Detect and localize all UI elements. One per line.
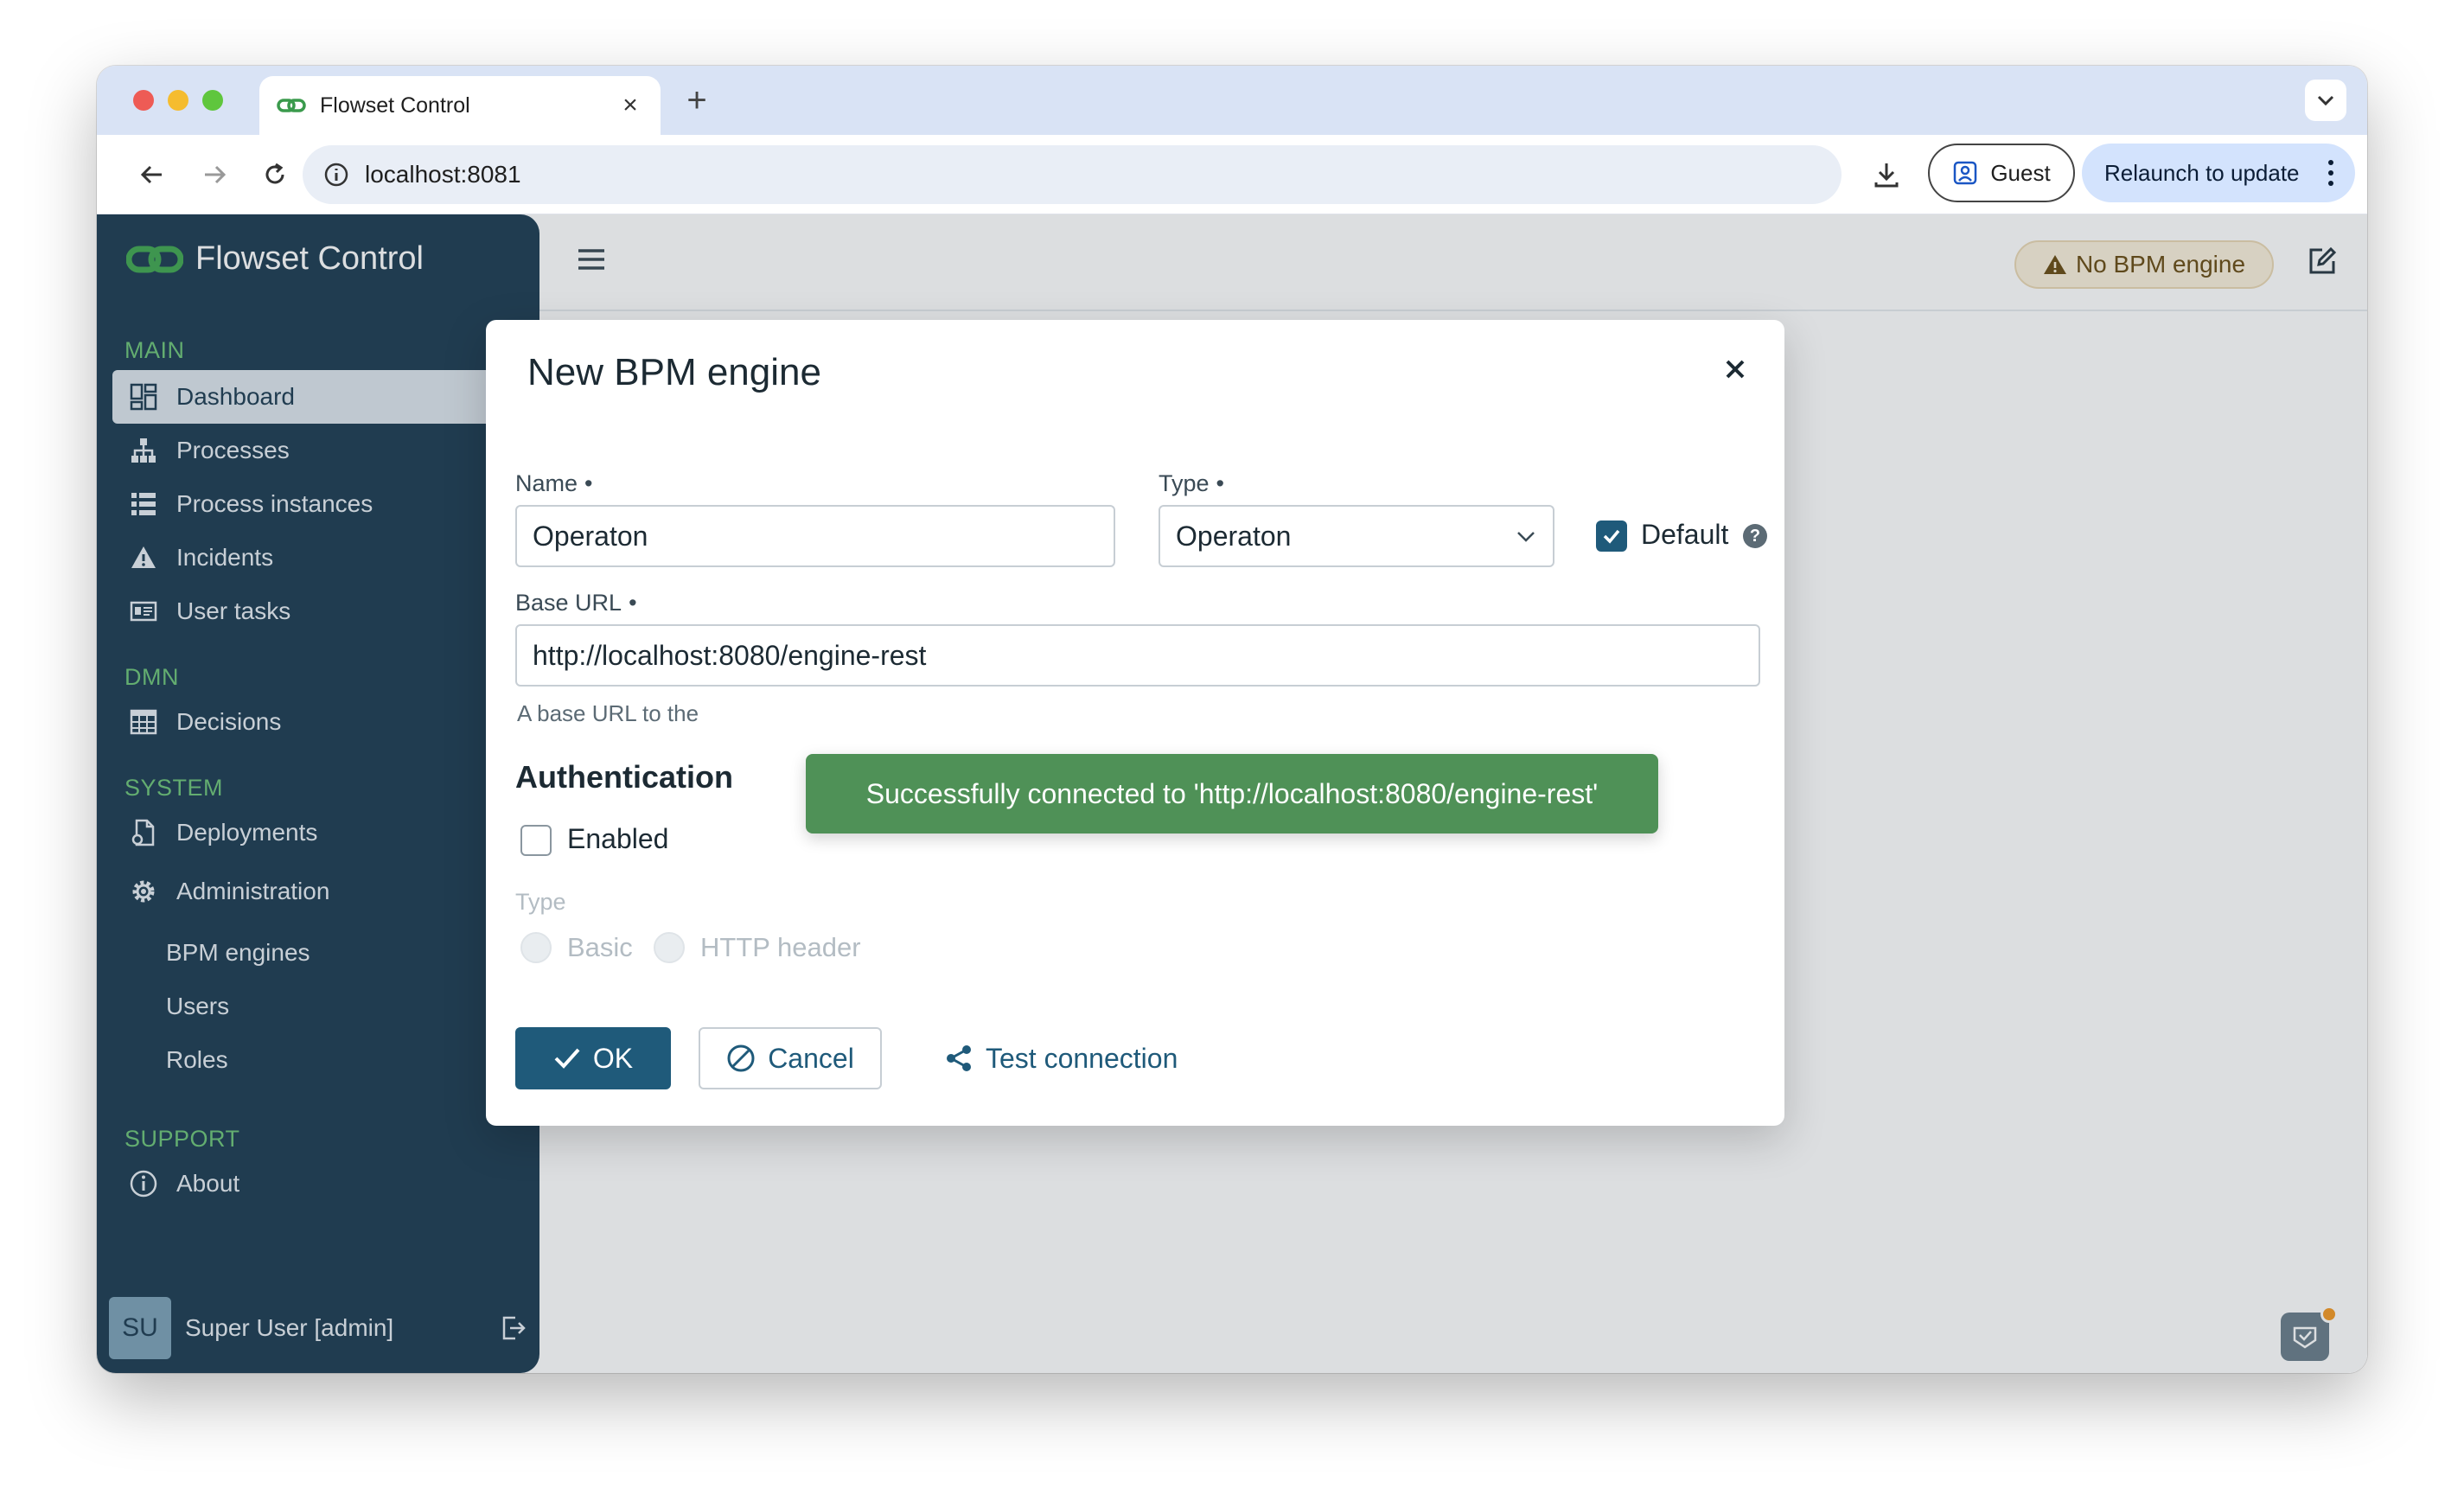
toast-message: Successfully connected to 'http://localh… [865, 777, 1599, 809]
chevron-down-icon [1517, 532, 1535, 542]
ok-button[interactable]: OK [515, 1027, 671, 1089]
name-label: Name • [515, 470, 593, 496]
type-select[interactable]: Operaton [1159, 505, 1554, 567]
address-bar[interactable]: localhost:8081 [303, 145, 1842, 204]
success-toast: Successfully connected to 'http://localh… [806, 754, 1658, 834]
downloads-button[interactable] [1866, 154, 1907, 195]
base-url-input[interactable]: http://localhost:8080/engine-rest [515, 624, 1760, 687]
cancel-label: Cancel [768, 1042, 854, 1074]
url-text: localhost:8081 [365, 161, 521, 188]
auth-type-label: Type [515, 889, 566, 915]
ban-icon [727, 1044, 755, 1072]
auth-enabled-checkbox[interactable] [520, 825, 552, 856]
check-icon [1603, 529, 1620, 544]
forward-button[interactable] [194, 154, 235, 195]
base-url-hint: A base URL to the [517, 700, 699, 726]
profile-icon [1954, 161, 1977, 185]
base-url-label: Base URL • [515, 590, 637, 616]
auth-type-basic-label: Basic [567, 932, 633, 962]
profile-button[interactable]: Guest [1928, 144, 2075, 202]
close-window-button[interactable] [133, 90, 154, 111]
auth-type-basic-radio[interactable] [520, 932, 552, 963]
default-checkbox[interactable] [1596, 521, 1627, 552]
profile-label: Guest [1990, 159, 2051, 186]
arrow-right-icon [205, 165, 227, 184]
name-input[interactable]: Operaton [515, 505, 1115, 567]
auth-type-http-header-label: HTTP header [700, 932, 861, 962]
new-bpm-engine-dialog: New BPM engine Name • Operaton Type • Oper… [486, 320, 1784, 1126]
maximize-window-button[interactable] [202, 90, 223, 111]
minimize-window-button[interactable] [168, 90, 188, 111]
default-label: Default [1641, 519, 1729, 550]
relaunch-label: Relaunch to update [2104, 159, 2300, 186]
more-vert-icon [2328, 160, 2333, 186]
tab-search-button[interactable] [2305, 80, 2346, 121]
arrow-left-icon [140, 165, 162, 184]
test-connection-label: Test connection [986, 1042, 1178, 1074]
authentication-heading: Authentication [515, 759, 733, 795]
info-icon [324, 163, 348, 187]
close-icon[interactable] [1724, 358, 1746, 380]
dialog-title: New BPM engine [527, 351, 821, 393]
relaunch-button[interactable]: Relaunch to update [2082, 144, 2355, 202]
help-icon[interactable]: ? [1743, 524, 1767, 548]
auth-enabled-label: Enabled [567, 823, 669, 854]
reload-button[interactable] [254, 154, 296, 195]
tab-title: Flowset Control [320, 93, 470, 118]
share-nodes-icon [947, 1045, 971, 1071]
reload-icon [265, 163, 284, 184]
browser-tab[interactable]: Flowset Control × [259, 76, 661, 135]
download-icon [1874, 163, 1899, 188]
ok-label: OK [592, 1042, 634, 1074]
chevron-down-icon [2317, 95, 2334, 106]
base-url-value: http://localhost:8080/engine-rest [533, 639, 927, 671]
flowset-logo-icon [277, 99, 306, 112]
browser-toolbar: localhost:8081 Guest Relaunch to update [97, 135, 2367, 214]
test-connection-button[interactable]: Test connection [944, 1027, 1178, 1089]
auth-type-http-header-radio[interactable] [654, 932, 685, 963]
type-value: Operaton [1176, 520, 1292, 552]
check-icon [554, 1048, 580, 1069]
tab-close-icon[interactable]: × [617, 91, 643, 120]
new-tab-button[interactable]: + [678, 81, 716, 120]
type-label: Type • [1159, 470, 1224, 496]
name-value: Operaton [533, 520, 648, 552]
back-button[interactable] [131, 154, 173, 195]
cancel-button[interactable]: Cancel [699, 1027, 882, 1089]
tab-strip: Flowset Control × + [97, 66, 2367, 135]
